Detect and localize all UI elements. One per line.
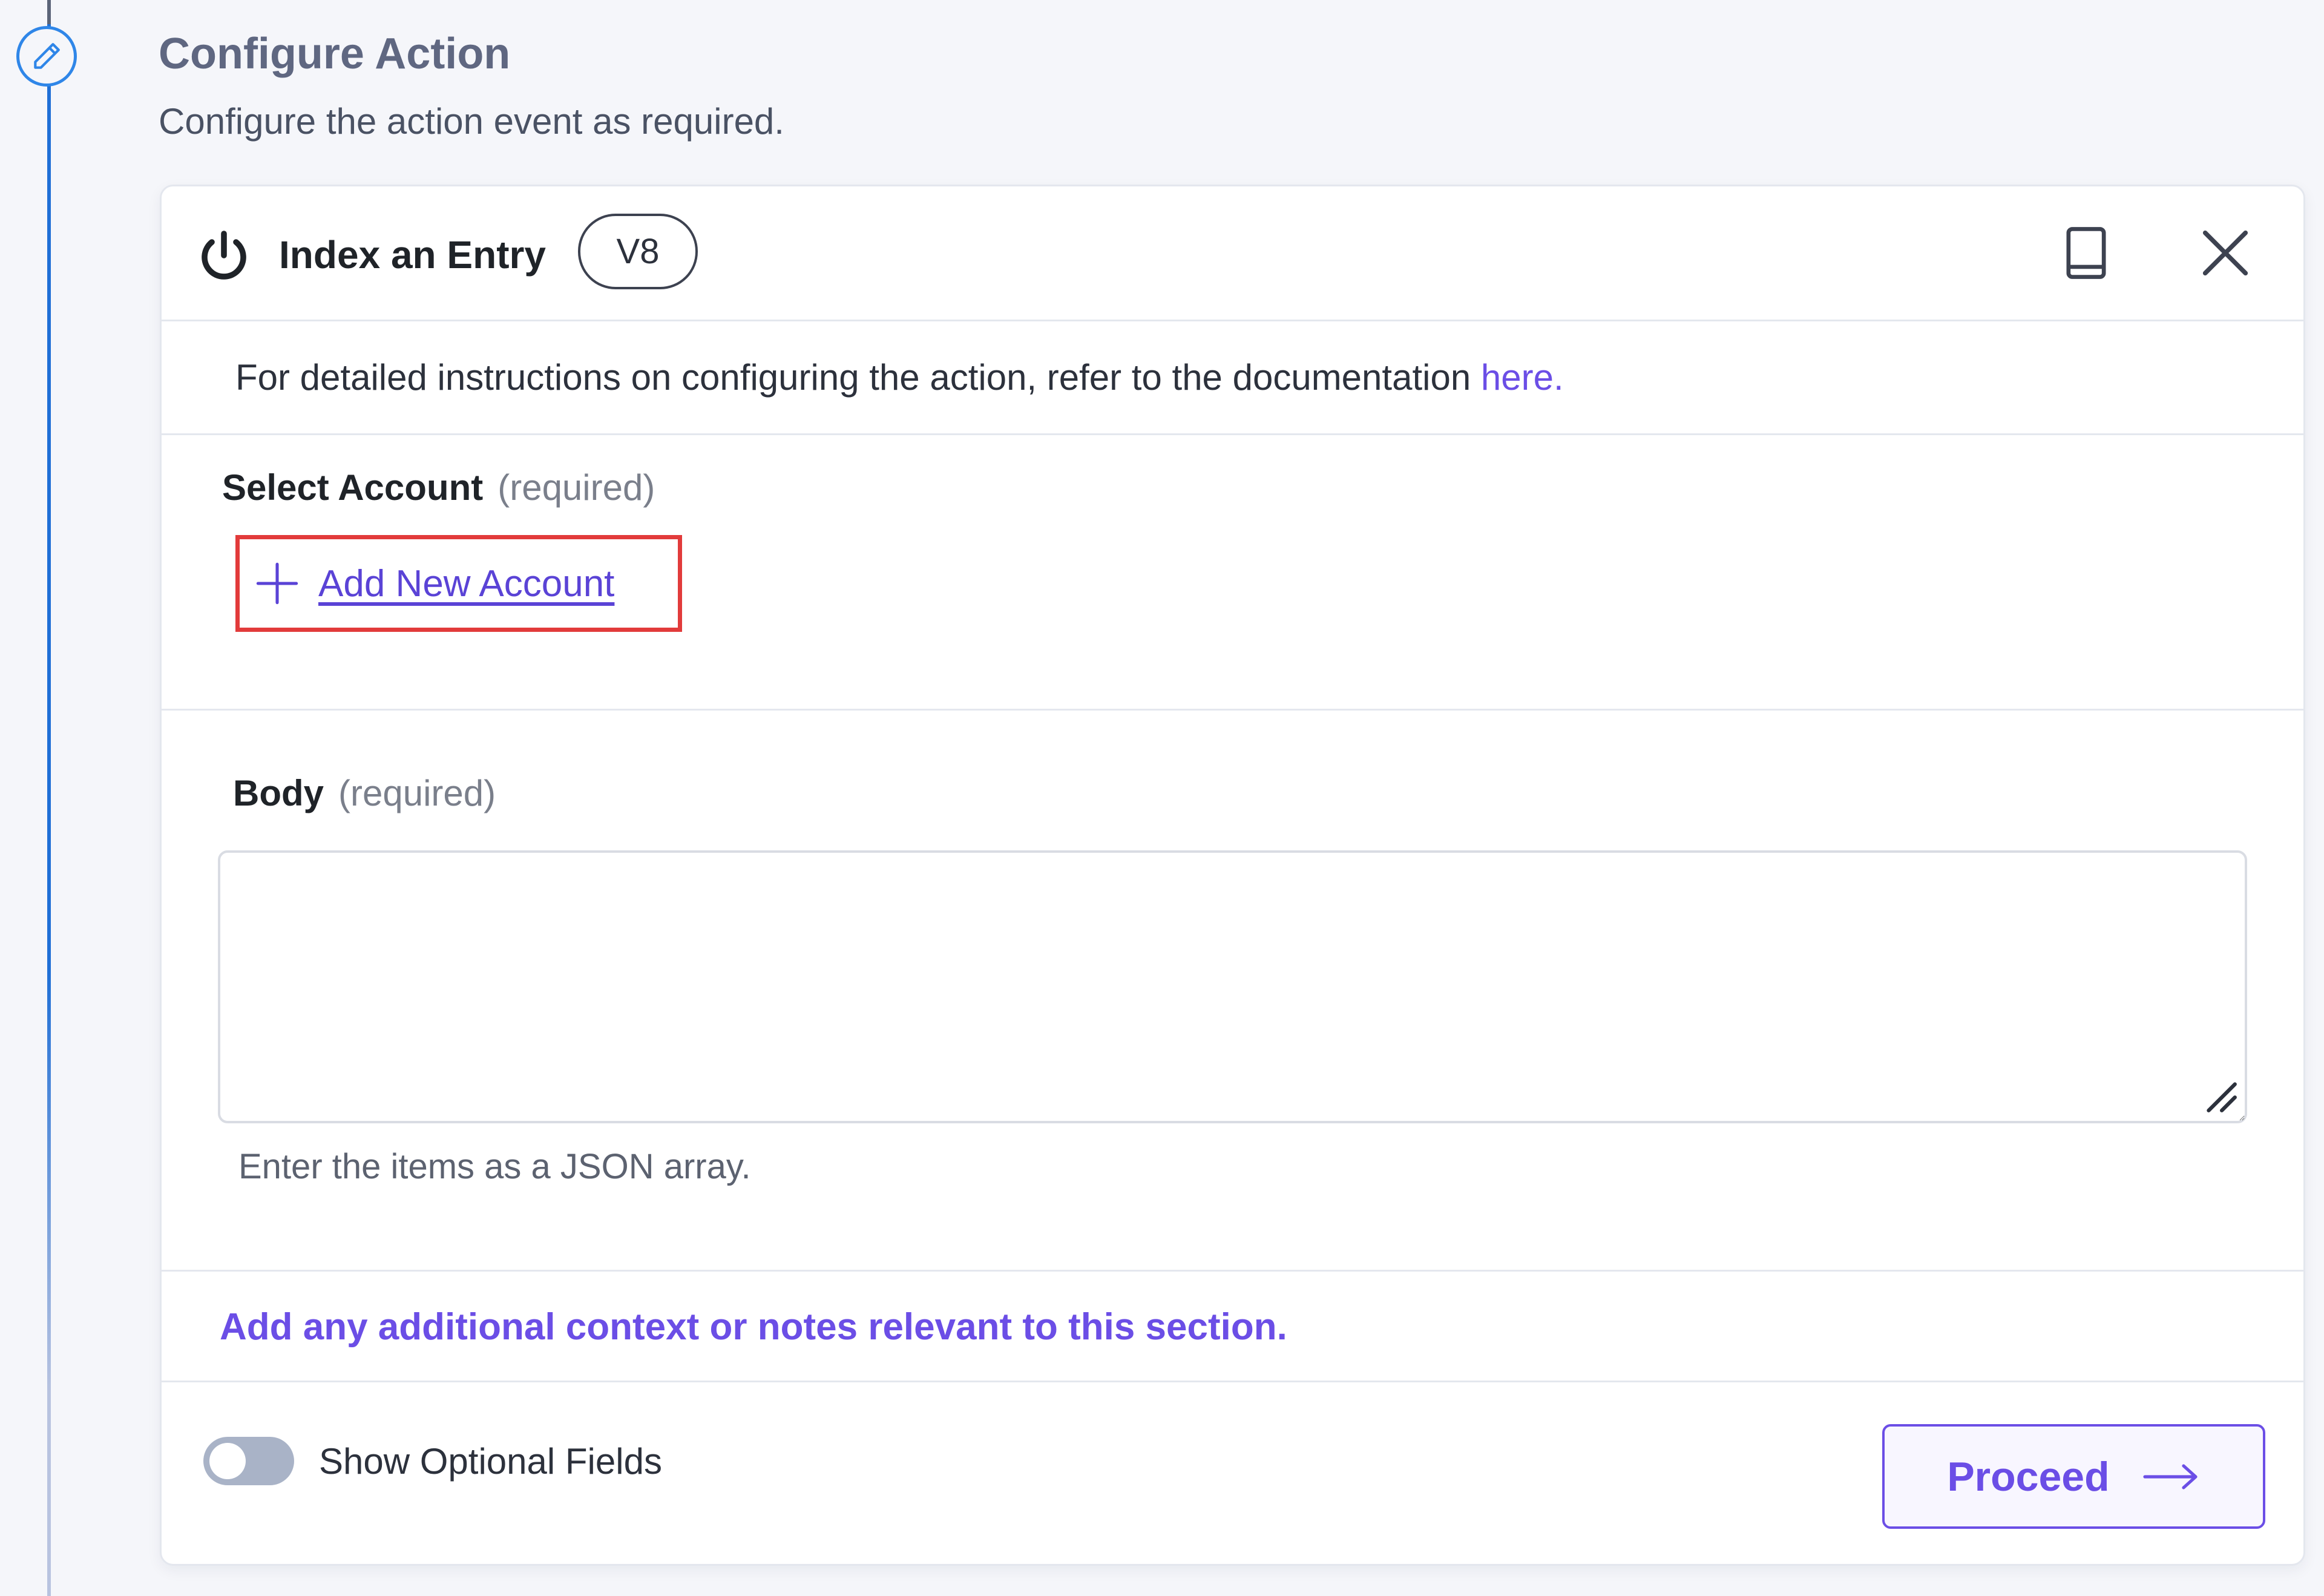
card-footer: Show Optional Fields Proceed	[162, 1382, 2303, 1564]
book-icon[interactable]	[2056, 223, 2116, 283]
select-account-section: Select Account (required) Add New Account	[162, 435, 2303, 711]
step-indicator	[16, 26, 77, 87]
toggle-knob	[209, 1443, 246, 1479]
version-badge: V8	[578, 214, 698, 289]
arrow-right-icon	[2143, 1463, 2198, 1489]
body-textarea[interactable]	[218, 850, 2247, 1123]
section-title: Configure Action	[159, 30, 511, 78]
pencil-icon	[34, 43, 60, 69]
body-helper-text: Enter the items as a JSON array.	[238, 1147, 751, 1186]
body-label-text: Body	[233, 773, 324, 813]
proceed-button[interactable]: Proceed	[1882, 1424, 2265, 1529]
section-subtitle: Configure the action event as required.	[159, 101, 784, 142]
card-header: Index an Entry V8	[162, 186, 2303, 321]
instructions-text: For detailed instructions on configuring…	[235, 356, 1564, 398]
add-new-account-button[interactable]: Add New Account	[235, 535, 682, 632]
required-indicator: (required)	[338, 773, 496, 813]
action-config-card: Index an Entry V8 For detailed instructi…	[160, 185, 2305, 1566]
power-icon	[202, 231, 246, 280]
action-name: Index an Entry	[279, 233, 546, 277]
instructions-row: For detailed instructions on configuring…	[162, 321, 2303, 435]
resize-handle-icon[interactable]	[2201, 1077, 2239, 1114]
plus-icon	[256, 562, 298, 605]
select-account-label: Select Account (required)	[222, 467, 655, 508]
required-indicator: (required)	[497, 467, 655, 508]
optional-fields-toggle[interactable]	[203, 1437, 294, 1485]
close-icon[interactable]	[2195, 223, 2256, 283]
body-section: Body (required) Enter the items as a JSON…	[162, 711, 2303, 1272]
add-notes-link[interactable]: Add any additional context or notes rele…	[220, 1305, 1287, 1348]
optional-fields-label: Show Optional Fields	[319, 1441, 662, 1482]
documentation-link[interactable]: here.	[1481, 357, 1564, 398]
proceed-label: Proceed	[1947, 1453, 2110, 1500]
notes-row: Add any additional context or notes rele…	[162, 1272, 2303, 1382]
add-new-account-label: Add New Account	[318, 562, 615, 605]
select-account-label-text: Select Account	[222, 467, 484, 508]
timeline-rail	[47, 0, 51, 1596]
timeline-rail-top	[47, 0, 51, 24]
instructions-copy: For detailed instructions on configuring…	[235, 357, 1481, 398]
body-label: Body (required)	[233, 772, 496, 814]
